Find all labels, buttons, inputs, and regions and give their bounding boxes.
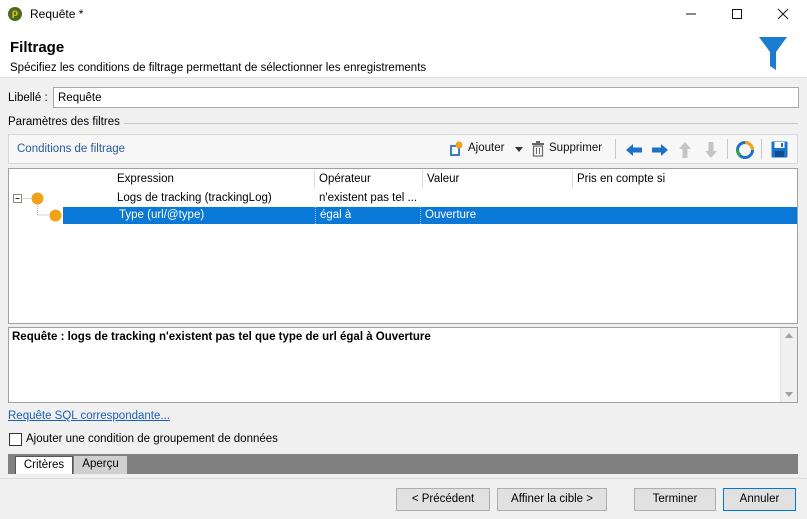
grouping-checkbox[interactable] [9,433,22,446]
grouping-checkbox-label[interactable]: Ajouter une condition de groupement de d… [26,433,278,445]
finish-button[interactable]: Terminer [634,488,716,511]
delete-button[interactable]: Supprimer [529,141,609,159]
tab-criteria[interactable]: Critères [15,456,73,474]
expression-cell: Type (url/@type) [119,209,205,221]
filter-params-title: Paramètres des filtres [8,116,124,128]
condition-cell [573,190,767,207]
sql-query-link[interactable]: Requête SQL correspondante... [8,410,170,422]
section-divider [124,123,798,124]
maximize-icon [732,9,742,19]
toolbar-title: Conditions de filtrage [17,143,126,155]
condition-cell [571,207,761,224]
scroll-up-icon[interactable] [785,333,793,338]
maximize-button[interactable] [714,0,760,30]
table-row[interactable]: Logs de tracking (trackingLog) n'existen… [113,190,797,207]
close-icon [777,8,789,20]
tab-preview[interactable]: Aperçu [74,456,128,474]
label-input[interactable] [53,87,799,108]
operator-cell: n'existent pas tel ... [319,192,418,204]
previous-button[interactable]: < Précédent [396,488,490,511]
window-title: Requête * [30,7,84,21]
arrow-up-icon[interactable] [678,141,692,159]
value-cell [423,190,573,207]
column-header-expression[interactable]: Expression [113,170,315,189]
minimize-button[interactable] [668,0,714,30]
close-button[interactable] [760,0,806,30]
toolbar-separator [727,139,728,159]
title-bar: ρ Requête * [0,0,807,30]
trash-icon [532,141,544,157]
add-label: Ajouter [468,142,505,154]
page-subtitle: Spécifiez les conditions de filtrage per… [10,62,427,74]
minimize-icon [686,13,696,15]
chevron-down-icon [515,147,523,152]
arrow-right-icon[interactable] [651,143,669,157]
table-row-selected[interactable]: Type (url/@type) égal à Ouverture [63,207,797,224]
app-icon: ρ [8,7,22,21]
operator-cell: égal à [315,207,421,224]
query-description: Requête : logs de tracking n'existent pa… [8,327,798,403]
page-title: Filtrage [10,39,65,56]
scroll-down-icon[interactable] [785,392,793,397]
page-header: Filtrage Spécifiez les conditions de fil… [0,30,807,78]
query-description-text: Requête : logs de tracking n'existent pa… [12,331,431,343]
conditions-grid: Expression Opérateur Valeur Pris en comp… [8,168,798,324]
arrow-down-icon[interactable] [704,141,718,159]
tab-strip: Critères Aperçu [8,454,798,474]
label-caption: Libellé : [8,92,48,104]
description-scrollbar[interactable] [780,328,797,402]
footer-divider [0,478,807,479]
column-header-condition[interactable]: Pris en compte si [573,170,767,189]
condition-node-icon [31,192,44,205]
add-icon [450,141,463,156]
toolbar-separator [761,139,762,159]
expression-cell: Logs de tracking (trackingLog) [117,192,272,204]
filter-toolbar: Conditions de filtrage Ajouter Supprimer [8,134,798,164]
condition-node-icon [49,209,62,222]
delete-label: Supprimer [549,142,603,154]
add-button[interactable]: Ajouter [447,141,527,159]
funnel-icon [759,37,787,70]
save-icon[interactable] [771,141,788,158]
column-header-value[interactable]: Valeur [423,170,573,189]
distribution-icon[interactable] [736,141,754,159]
cancel-button[interactable]: Annuler [723,488,796,511]
column-header-operator[interactable]: Opérateur [315,170,423,189]
refine-target-button[interactable]: Affiner la cible > [497,488,607,511]
arrow-left-icon[interactable] [625,143,643,157]
value-cell: Ouverture [425,209,477,221]
toolbar-separator [615,139,616,159]
